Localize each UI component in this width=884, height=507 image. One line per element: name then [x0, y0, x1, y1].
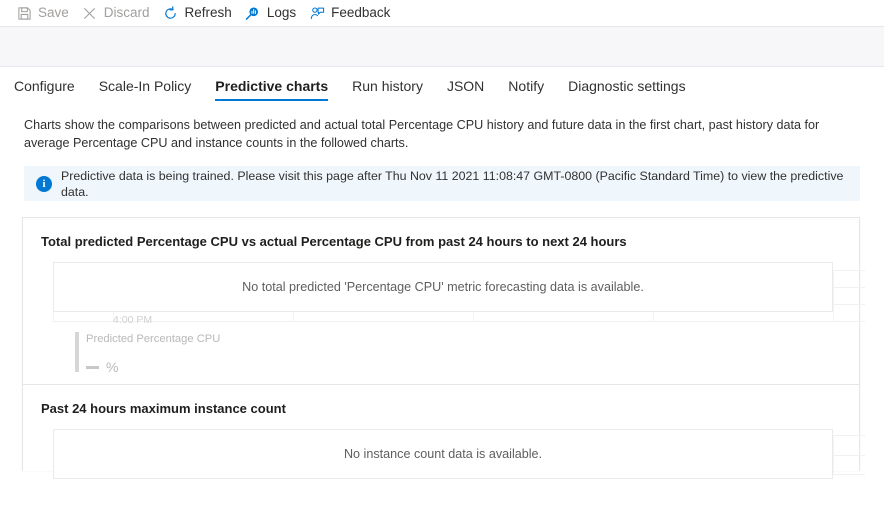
- tab-label: Diagnostic settings: [568, 78, 686, 94]
- logs-icon: [245, 5, 261, 21]
- info-icon: i: [36, 175, 52, 192]
- tab-label: Predictive charts: [215, 78, 329, 94]
- x-axis-tick-label: 4:00 PM: [113, 314, 153, 326]
- empty-state-box-predicted-cpu: No total predicted 'Percentage CPU' metr…: [53, 262, 833, 312]
- save-label: Save: [38, 5, 69, 20]
- legend-dash-icon: [86, 365, 99, 369]
- empty-state-text: No instance count data is available.: [343, 447, 543, 461]
- save-button[interactable]: Save: [14, 0, 80, 26]
- tab-label: Scale-In Policy: [98, 78, 192, 94]
- refresh-label: Refresh: [184, 5, 232, 20]
- tab-label: Notify: [508, 78, 545, 94]
- discard-button[interactable]: Discard: [80, 0, 161, 26]
- discard-label: Discard: [103, 5, 150, 20]
- legend-value-row: %: [86, 360, 220, 374]
- empty-state-box-instance-count: No instance count data is available.: [53, 429, 833, 479]
- logs-label: Logs: [266, 5, 297, 20]
- pivot-tabs: Configure Scale-In Policy Predictive cha…: [0, 67, 884, 103]
- feedback-button[interactable]: Feedback: [307, 0, 401, 26]
- charts-container: Total predicted Percentage CPU vs actual…: [22, 217, 865, 479]
- logs-button[interactable]: Logs: [243, 0, 307, 26]
- tab-notify[interactable]: Notify: [496, 78, 556, 103]
- legend-series-name: Predicted Percentage CPU: [86, 333, 221, 345]
- command-bar: Save Discard Refresh Logs Feedback: [0, 0, 884, 26]
- chart-area-instance-count: No instance count data is available.: [23, 417, 865, 479]
- card-instance-count: Past 24 hours maximum instance count No …: [23, 384, 865, 479]
- tab-label: Configure: [14, 78, 75, 94]
- refresh-button[interactable]: Refresh: [161, 0, 243, 26]
- tab-predictive-charts[interactable]: Predictive charts: [203, 78, 340, 103]
- feedback-label: Feedback: [331, 5, 391, 20]
- page-description: Charts show the comparisons between pred…: [24, 118, 820, 150]
- feedback-icon: [309, 5, 325, 21]
- toolbar-filler-band: [0, 26, 884, 67]
- info-banner: i Predictive data is being trained. Plea…: [24, 166, 860, 201]
- chart-area-predicted-cpu: No total predicted 'Percentage CPU' metr…: [23, 250, 865, 384]
- empty-state-text: No total predicted 'Percentage CPU' metr…: [242, 280, 644, 294]
- legend-unit: %: [106, 359, 119, 375]
- save-icon: [16, 5, 32, 21]
- tab-label: Run history: [352, 78, 423, 94]
- tab-run-history[interactable]: Run history: [340, 78, 435, 103]
- tab-diagnostic-settings[interactable]: Diagnostic settings: [556, 78, 698, 103]
- discard-icon: [82, 5, 98, 21]
- card-title: Total predicted Percentage CPU vs actual…: [41, 234, 627, 249]
- chart-legend[interactable]: Predicted Percentage CPU %: [75, 332, 220, 374]
- card-total-predicted-cpu: Total predicted Percentage CPU vs actual…: [23, 218, 865, 384]
- tab-configure[interactable]: Configure: [2, 78, 87, 103]
- tab-label: JSON: [446, 78, 485, 94]
- tab-json[interactable]: JSON: [435, 78, 496, 103]
- card-title: Past 24 hours maximum instance count: [41, 401, 286, 416]
- refresh-icon: [163, 5, 179, 21]
- info-banner-text: Predictive data is being trained. Please…: [61, 168, 844, 199]
- tab-scale-in-policy[interactable]: Scale-In Policy: [87, 78, 204, 103]
